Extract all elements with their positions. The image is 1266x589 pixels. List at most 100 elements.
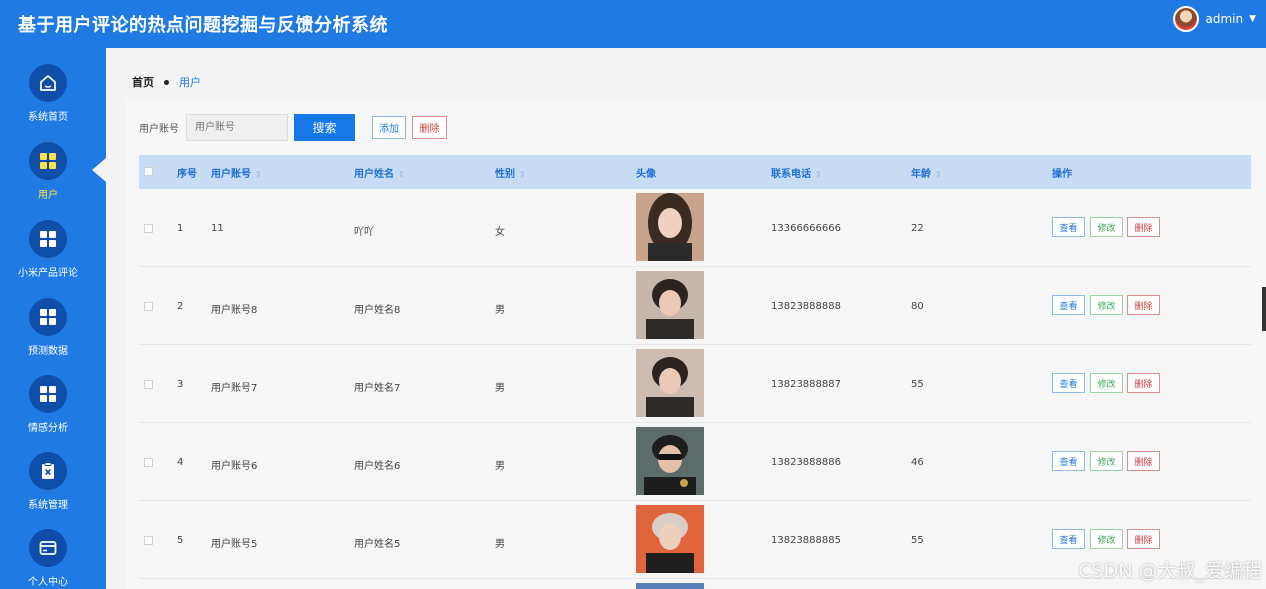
col-name-label: 用户姓名 bbox=[354, 168, 394, 180]
row-checkbox[interactable] bbox=[144, 536, 153, 545]
delete-button[interactable]: 删除 bbox=[1127, 217, 1160, 237]
col-age[interactable]: 年龄 ⇕ bbox=[911, 165, 942, 180]
cell-gender: 女 bbox=[495, 227, 505, 238]
cell-phone: 13823888887 bbox=[771, 379, 841, 390]
edit-button[interactable]: 修改 bbox=[1090, 217, 1123, 237]
user-photo[interactable] bbox=[636, 505, 704, 573]
sidebar-item-system[interactable]: 系统管理 bbox=[0, 452, 96, 522]
cell-gender: 男 bbox=[495, 305, 505, 316]
col-index: 序号 bbox=[177, 168, 197, 180]
cell-index: 1 bbox=[177, 223, 184, 234]
user-avatar[interactable] bbox=[1173, 6, 1200, 32]
cell-index: 4 bbox=[177, 457, 184, 468]
col-age-label: 年龄 bbox=[911, 168, 931, 180]
view-button[interactable]: 查看 bbox=[1052, 217, 1085, 237]
breadcrumb-current: 用户 bbox=[179, 76, 201, 89]
sidebar-item-label[interactable]: 系统管理 bbox=[28, 496, 68, 511]
cell-phone: 13823888885 bbox=[771, 535, 841, 546]
sort-icon[interactable]: ⇕ bbox=[519, 170, 526, 179]
card-icon[interactable] bbox=[29, 529, 67, 567]
search-input[interactable] bbox=[186, 114, 288, 141]
select-all-checkbox[interactable] bbox=[144, 167, 153, 176]
sidebar-item-label[interactable]: 用户 bbox=[38, 186, 58, 201]
search-label: 用户账号 bbox=[139, 124, 179, 135]
delete-button[interactable]: 删除 bbox=[1127, 529, 1160, 549]
batch-delete-button[interactable]: 删除 bbox=[412, 116, 447, 139]
table-row: 2 用户账号8 用户姓名8 男 13823888888 80 查看 修改 删除 bbox=[139, 267, 1251, 345]
sort-icon[interactable]: ⇕ bbox=[255, 170, 262, 179]
delete-button[interactable]: 删除 bbox=[1127, 373, 1160, 393]
table-row: 4 用户账号6 用户姓名6 男 13823888886 46 查看 修改 删除 bbox=[139, 423, 1251, 501]
sidebar-item-xiaomi-reviews[interactable]: 小米产品评论 bbox=[0, 220, 96, 290]
col-account[interactable]: 用户账号 ⇕ bbox=[211, 165, 262, 180]
user-photo[interactable] bbox=[636, 427, 704, 495]
edit-button[interactable]: 修改 bbox=[1090, 529, 1123, 549]
sidebar-item-label[interactable]: 预测数据 bbox=[28, 342, 68, 357]
sidebar-item-label[interactable]: 个人中心 bbox=[28, 573, 68, 588]
col-account-label: 用户账号 bbox=[211, 168, 251, 180]
delete-button[interactable]: 删除 bbox=[1127, 451, 1160, 471]
sidebar-item-prediction[interactable]: 预测数据 bbox=[0, 298, 96, 368]
search-button[interactable]: 搜索 bbox=[294, 114, 355, 141]
col-phone-label: 联系电话 bbox=[771, 168, 811, 180]
cell-age: 46 bbox=[911, 457, 924, 468]
sidebar-item-label[interactable]: 小米产品评论 bbox=[18, 264, 78, 279]
cell-name: 用户姓名7 bbox=[354, 383, 401, 394]
edit-button[interactable]: 修改 bbox=[1090, 295, 1123, 315]
grid-icon[interactable] bbox=[29, 298, 67, 336]
user-photo[interactable] bbox=[636, 271, 704, 339]
sidebar-item-label[interactable]: 系统首页 bbox=[28, 108, 68, 123]
cell-age: 55 bbox=[911, 379, 924, 390]
row-checkbox[interactable] bbox=[144, 380, 153, 389]
sidebar-item-profile[interactable]: 个人中心 bbox=[0, 529, 96, 589]
breadcrumb-home[interactable]: 首页 bbox=[132, 74, 154, 90]
sidebar-item-label[interactable]: 情感分析 bbox=[28, 419, 68, 434]
col-gender-label: 性别 bbox=[495, 168, 515, 180]
chevron-down-icon[interactable]: ▼ bbox=[1249, 14, 1256, 24]
row-checkbox[interactable] bbox=[144, 302, 153, 311]
sort-icon[interactable]: ⇕ bbox=[935, 170, 942, 179]
edit-button[interactable]: 修改 bbox=[1090, 373, 1123, 393]
user-photo[interactable] bbox=[636, 349, 704, 417]
delete-button[interactable]: 删除 bbox=[1127, 295, 1160, 315]
user-photo[interactable] bbox=[636, 583, 704, 589]
col-gender[interactable]: 性别 ⇕ bbox=[495, 165, 526, 180]
view-button[interactable]: 查看 bbox=[1052, 451, 1085, 471]
watermark: CSDN @大叔_爱编程 bbox=[1078, 560, 1262, 582]
user-photo[interactable] bbox=[636, 193, 704, 261]
clipboard-x-icon[interactable] bbox=[29, 452, 67, 490]
cell-phone: 13366666666 bbox=[771, 223, 841, 234]
col-name[interactable]: 用户姓名 ⇕ bbox=[354, 165, 405, 180]
grid-icon[interactable] bbox=[29, 220, 67, 258]
edit-button[interactable]: 修改 bbox=[1090, 451, 1123, 471]
col-phone[interactable]: 联系电话 ⇕ bbox=[771, 165, 822, 180]
cell-name: 用户姓名6 bbox=[354, 461, 401, 472]
view-button[interactable]: 查看 bbox=[1052, 529, 1085, 549]
cell-account: 用户账号5 bbox=[211, 539, 258, 550]
sidebar-item-users[interactable]: 用户 bbox=[0, 142, 96, 212]
cell-index: 5 bbox=[177, 535, 184, 546]
row-checkbox[interactable] bbox=[144, 458, 153, 467]
scrollbar[interactable] bbox=[1262, 287, 1266, 331]
cell-account: 11 bbox=[211, 223, 224, 234]
row-checkbox[interactable] bbox=[144, 224, 153, 233]
cell-name: 吖吖 bbox=[354, 227, 374, 238]
cell-name: 用户姓名5 bbox=[354, 539, 401, 550]
grid-icon[interactable] bbox=[29, 375, 67, 413]
add-button[interactable]: 添加 bbox=[372, 116, 406, 139]
view-button[interactable]: 查看 bbox=[1052, 295, 1085, 315]
cell-age: 55 bbox=[911, 535, 924, 546]
grid-icon[interactable] bbox=[29, 142, 67, 180]
view-button[interactable]: 查看 bbox=[1052, 373, 1085, 393]
sort-icon[interactable]: ⇕ bbox=[398, 170, 405, 179]
cell-name: 用户姓名8 bbox=[354, 305, 401, 316]
user-menu[interactable]: admin ▼ bbox=[1173, 6, 1256, 32]
breadcrumb: 首页 用户 bbox=[132, 74, 201, 90]
sidebar-item-home[interactable]: 系统首页 bbox=[0, 64, 96, 134]
home-icon[interactable] bbox=[29, 64, 67, 102]
cell-index: 3 bbox=[177, 379, 184, 390]
sidebar-item-sentiment[interactable]: 情感分析 bbox=[0, 375, 96, 445]
table-header: 序号 用户账号 ⇕ 用户姓名 ⇕ 性别 ⇕ 头像 联系电话 ⇕ 年龄 ⇕ 操作 bbox=[139, 155, 1251, 189]
sort-icon[interactable]: ⇕ bbox=[815, 170, 822, 179]
username[interactable]: admin bbox=[1205, 12, 1243, 26]
